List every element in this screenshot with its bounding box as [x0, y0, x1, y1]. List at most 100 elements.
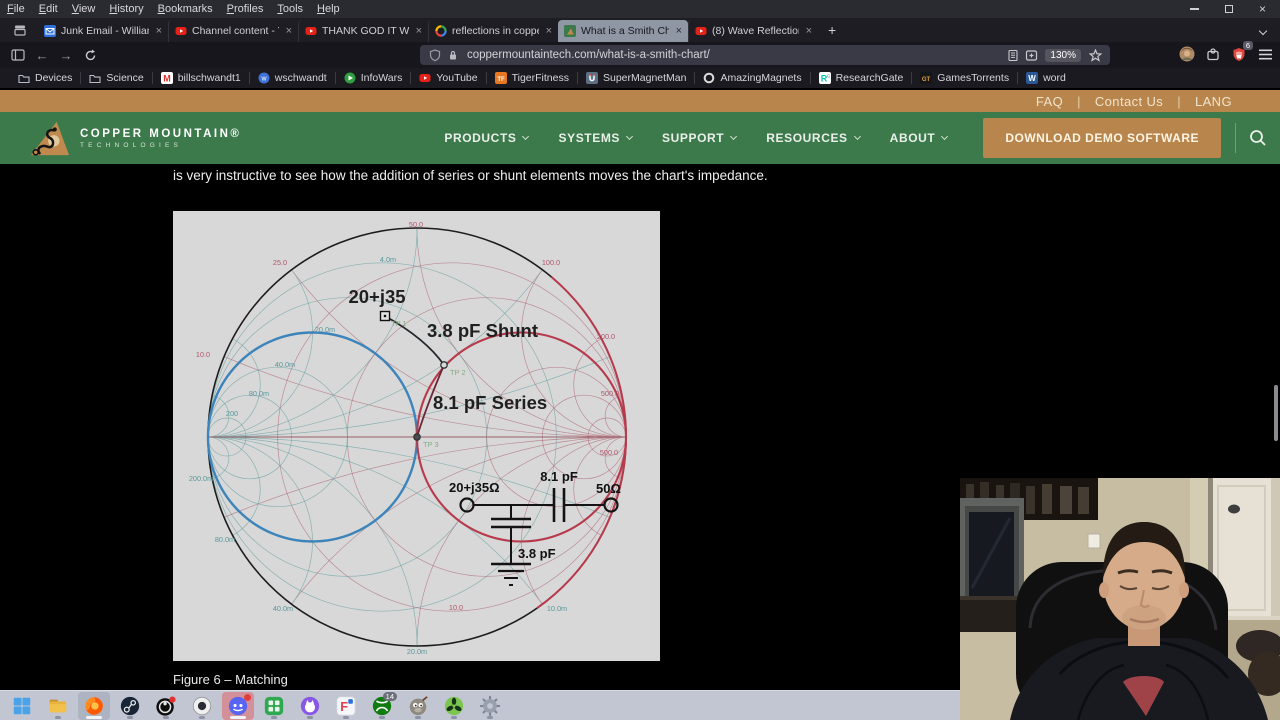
- bookmark-tigerfitness[interactable]: TF TigerFitness: [487, 70, 577, 86]
- bookmark-gamestorrents[interactable]: GT GamesTorrents: [912, 70, 1017, 86]
- save-page-icon[interactable]: [1022, 46, 1040, 64]
- svg-text:G: G: [826, 73, 830, 78]
- folder-icon: [18, 73, 30, 84]
- menu-hamburger-icon[interactable]: [1256, 45, 1274, 63]
- search-icon[interactable]: [1236, 129, 1280, 147]
- tab-1[interactable]: Channel content - YouTube Stu ×: [168, 19, 298, 42]
- taskbar-fan-app-icon[interactable]: [438, 692, 470, 720]
- menu-help[interactable]: Help: [310, 3, 347, 15]
- menu-history[interactable]: History: [102, 3, 150, 15]
- chevron-down-icon: [941, 132, 949, 141]
- taskbar-github-icon[interactable]: [294, 692, 326, 720]
- menu-profiles[interactable]: Profiles: [220, 3, 271, 15]
- menu-edit[interactable]: Edit: [32, 3, 65, 15]
- site-header: COPPER MOUNTAIN® TECHNOLOGIES PRODUCTS SY…: [0, 112, 1280, 164]
- sidebar-toggle-icon[interactable]: [6, 45, 30, 65]
- zoom-level-chip[interactable]: 130%: [1045, 48, 1081, 62]
- bookmark-star-icon[interactable]: [1086, 46, 1104, 64]
- url-text[interactable]: coppermountaintech.com/what-is-a-smith-c…: [467, 49, 1004, 61]
- bookmark-billschwandt1[interactable]: M billschwandt1: [153, 70, 249, 86]
- webcam-overlay: [960, 478, 1280, 720]
- gecko-logo-icon: [30, 121, 70, 156]
- bookmark-devices[interactable]: Devices: [10, 70, 80, 86]
- lock-icon[interactable]: [444, 46, 462, 64]
- reload-button[interactable]: [78, 45, 102, 65]
- site-nav-products[interactable]: PRODUCTS: [444, 131, 530, 145]
- forward-button[interactable]: →: [54, 45, 78, 65]
- svg-text:40.0m: 40.0m: [273, 604, 293, 613]
- bookmark-word[interactable]: W word: [1018, 70, 1074, 86]
- tab-close-icon[interactable]: ×: [284, 25, 292, 37]
- reader-mode-icon[interactable]: [1004, 46, 1022, 64]
- taskbar-settings-icon[interactable]: [474, 692, 506, 720]
- extensions-icon[interactable]: [1204, 45, 1222, 63]
- running-indicator: [451, 716, 457, 719]
- svg-text:8.1 pF Series: 8.1 pF Series: [433, 392, 547, 413]
- tab-4[interactable]: What is a Smith Chart? - Coppe ×: [558, 19, 688, 42]
- svg-text:200: 200: [226, 409, 238, 418]
- tab-close-icon[interactable]: ×: [804, 25, 812, 37]
- adblock-badge: 6: [1242, 41, 1253, 50]
- taskbar-xbox-icon[interactable]: 14: [366, 691, 398, 720]
- tab-close-icon[interactable]: ×: [674, 25, 682, 37]
- site-nav-about[interactable]: ABOUT: [890, 131, 949, 145]
- list-tabs-chevron-icon[interactable]: [1258, 21, 1280, 39]
- site-logo[interactable]: COPPER MOUNTAIN® TECHNOLOGIES: [28, 118, 241, 158]
- bookmark-supermagnetman[interactable]: SuperMagnetMan: [578, 70, 694, 86]
- maximize-button[interactable]: [1224, 5, 1233, 13]
- close-button[interactable]: ×: [1259, 3, 1266, 15]
- menu-file[interactable]: File: [0, 3, 32, 15]
- bookmark-wschwandt[interactable]: w wschwandt: [250, 70, 335, 86]
- menu-bookmarks[interactable]: Bookmarks: [151, 3, 220, 15]
- tab-0[interactable]: Junk Email - William A. Schwan ×: [38, 20, 168, 42]
- svg-text:GT: GT: [922, 77, 931, 83]
- taskbar-gimp-icon[interactable]: [402, 692, 434, 720]
- bookmark-label: AmazingMagnets: [720, 72, 802, 84]
- menu-tools[interactable]: Tools: [270, 3, 310, 15]
- tab-close-icon[interactable]: ×: [544, 25, 552, 37]
- back-button[interactable]: ←: [30, 45, 54, 65]
- svg-text:3.8 pF Shunt: 3.8 pF Shunt: [427, 320, 538, 341]
- menu-view[interactable]: View: [65, 3, 103, 15]
- smith-chart-svg: 50.0 25.0 100.0 10.0 200.0 500.0 500.0 10.0 4.0m…: [189, 220, 628, 656]
- bookmark-youtube[interactable]: YouTube: [411, 70, 485, 86]
- bookmark-infowars[interactable]: InfoWars: [336, 70, 411, 86]
- bookmark-researchgate[interactable]: RG ResearchGate: [811, 70, 912, 86]
- taskbar-green-grid-icon[interactable]: [258, 692, 290, 720]
- taskbar-round-app-icon[interactable]: [186, 692, 218, 720]
- taskbar-steam-icon[interactable]: [114, 692, 146, 720]
- site-nav-resources[interactable]: RESOURCES: [766, 131, 861, 145]
- url-bar[interactable]: coppermountaintech.com/what-is-a-smith-c…: [420, 45, 1110, 65]
- taskbar-explorer-icon[interactable]: [42, 692, 74, 720]
- firefox-view-icon[interactable]: [8, 21, 32, 39]
- tab-close-icon[interactable]: ×: [154, 25, 162, 37]
- utility-link-faq[interactable]: FAQ: [1036, 94, 1063, 109]
- page-scrollbar-thumb[interactable]: [1274, 385, 1278, 441]
- utility-link-contact-us[interactable]: Contact Us: [1095, 94, 1163, 109]
- new-tab-button[interactable]: +: [818, 22, 846, 38]
- download-demo-button[interactable]: DOWNLOAD DEMO SOFTWARE: [983, 118, 1221, 158]
- bookmark-amazingmagnets[interactable]: AmazingMagnets: [695, 70, 809, 86]
- svg-text:80.0m: 80.0m: [249, 389, 269, 398]
- taskbar-firefox-icon[interactable]: [78, 691, 110, 720]
- taskbar-discord-icon[interactable]: [222, 691, 254, 720]
- tab-2[interactable]: THANK GOD IT WAS BROKEN - ×: [298, 19, 428, 42]
- site-nav-support[interactable]: SUPPORT: [662, 131, 738, 145]
- tab-5[interactable]: (8) Wave Reflection and Standin ×: [688, 19, 818, 42]
- svg-text:40.0m: 40.0m: [275, 360, 295, 369]
- site-nav: PRODUCTS SYSTEMS SUPPORT RESOURCES ABOUT: [444, 131, 949, 145]
- utility-link-lang[interactable]: LANG: [1195, 94, 1232, 109]
- word-icon: W: [1026, 72, 1039, 84]
- tab-close-icon[interactable]: ×: [414, 25, 422, 37]
- article-paragraph: is very instructive to see how the addit…: [173, 168, 768, 183]
- taskbar-f-app-icon[interactable]: F: [330, 692, 362, 720]
- taskbar-start-icon[interactable]: [6, 692, 38, 720]
- profile-avatar[interactable]: [1178, 45, 1196, 63]
- tab-3[interactable]: reflections in copper wires grap ×: [428, 19, 558, 42]
- site-nav-systems[interactable]: SYSTEMS: [558, 131, 634, 145]
- bookmark-science[interactable]: Science: [81, 70, 151, 86]
- tracking-shield-icon[interactable]: [426, 46, 444, 64]
- adblock-icon[interactable]: 6: [1230, 41, 1253, 63]
- minimize-button[interactable]: [1189, 8, 1199, 10]
- taskbar-obs-icon[interactable]: [150, 692, 182, 720]
